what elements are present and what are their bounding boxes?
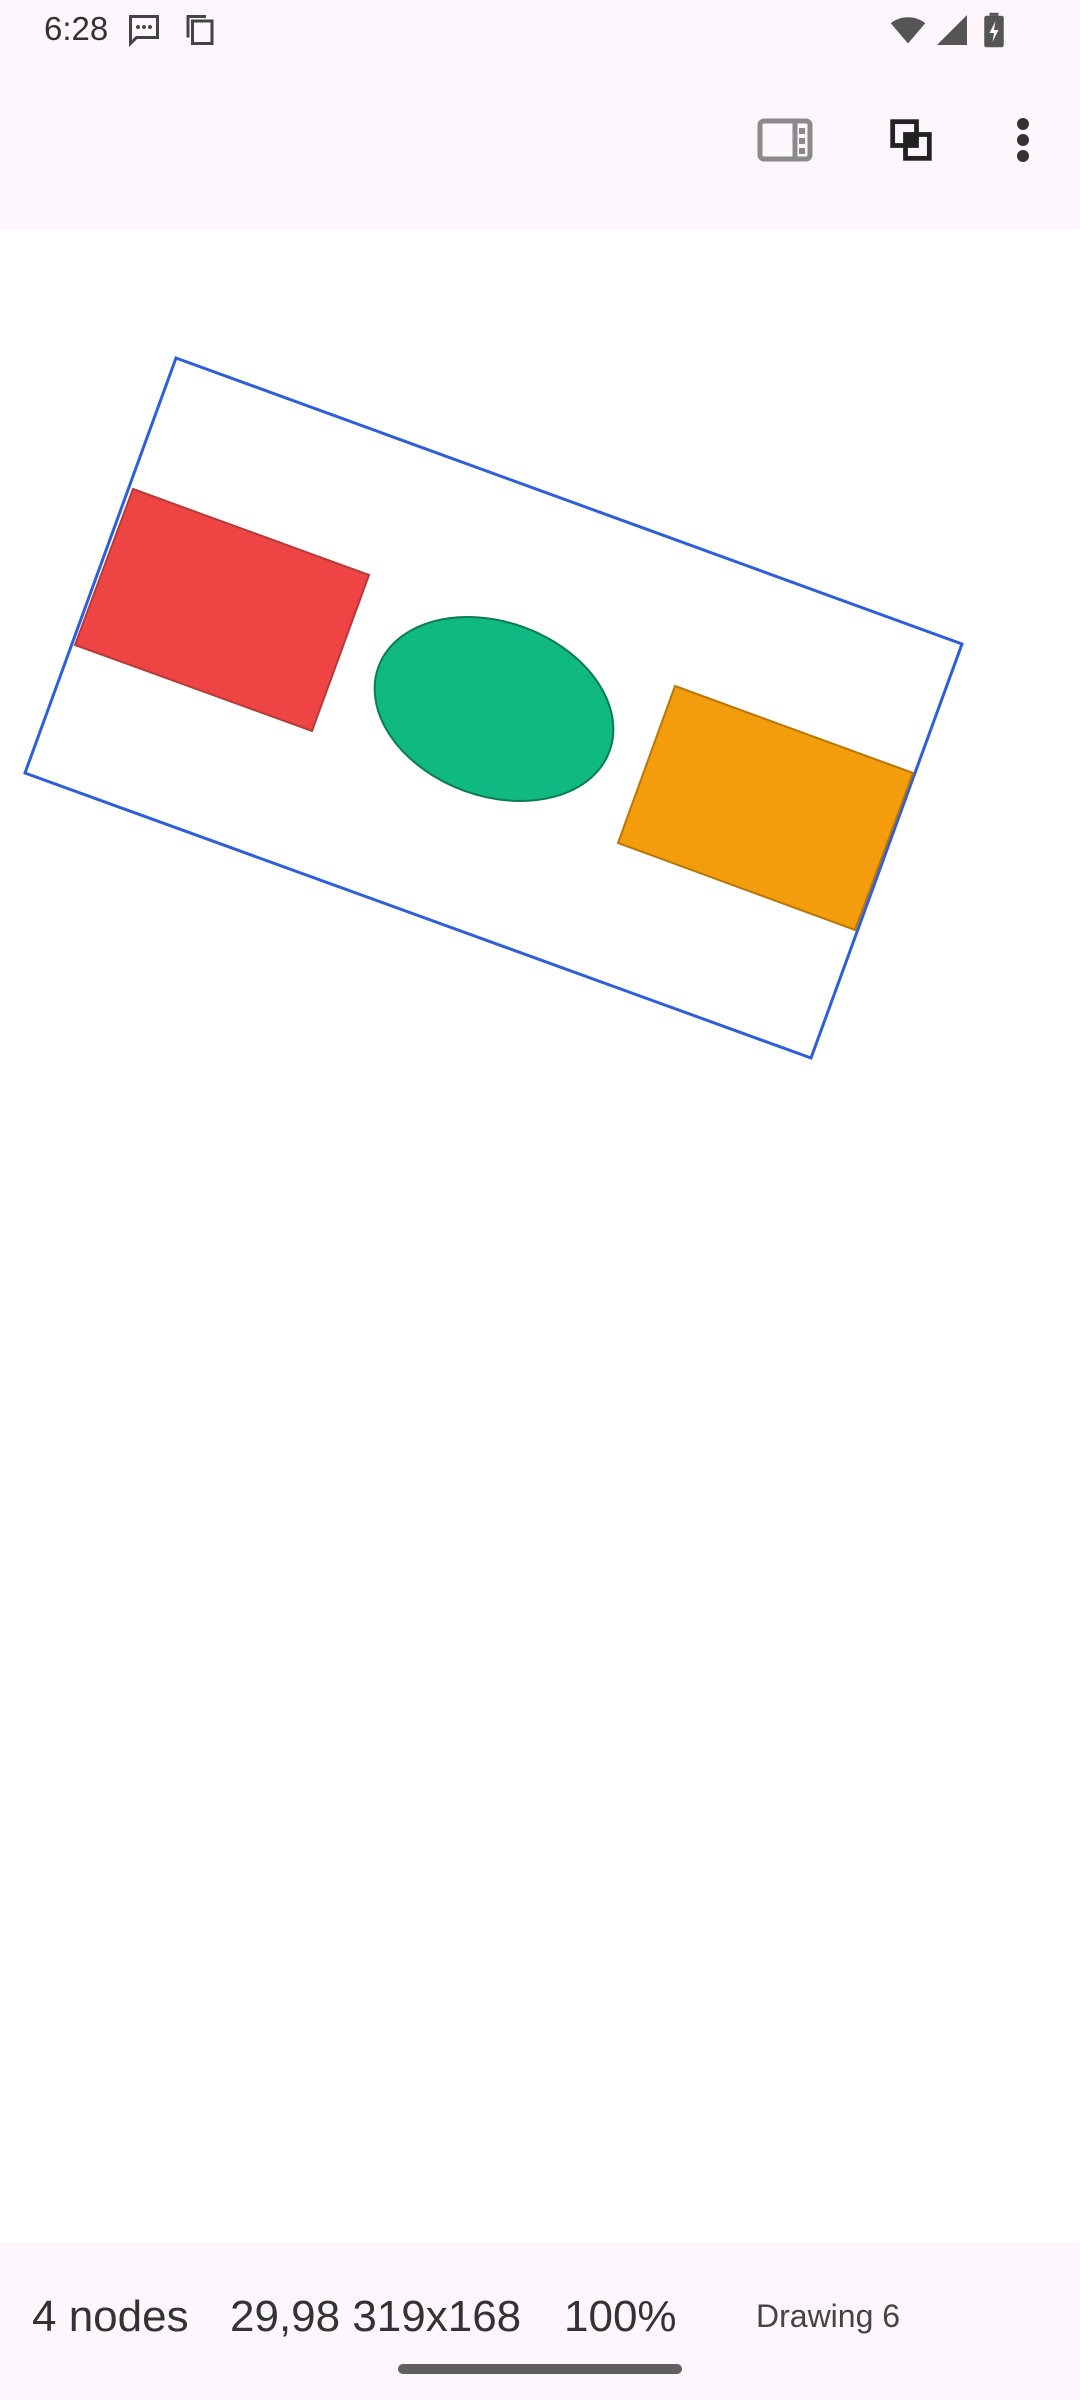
gesture-navigation-bar[interactable]: [398, 2364, 682, 2374]
copy-icon: [182, 12, 218, 53]
zoom-level: 100%: [564, 2292, 677, 2341]
red-rectangle-shape[interactable]: [73, 487, 371, 733]
status-bar: 6:28: [0, 0, 1080, 62]
message-icon: [126, 12, 162, 53]
node-count: 4 nodes: [32, 2292, 189, 2341]
status-time: 6:28: [44, 10, 109, 47]
battery-icon: [980, 12, 1008, 53]
status-info-bar: 4 nodes 29,98 319x168 100% Drawing 6: [0, 2242, 1080, 2400]
selection-geometry: 29,98 319x168: [230, 2292, 522, 2341]
app-root: 6:28 4 nodes 29,98 319x168 100% Drawing …: [0, 0, 1080, 2400]
panel-toggle-button[interactable]: [745, 102, 825, 182]
drawing-canvas[interactable]: [0, 230, 1080, 2242]
panel-toggle-icon: [757, 118, 813, 167]
orange-rectangle-shape[interactable]: [616, 684, 915, 932]
arrange-button[interactable]: [871, 102, 951, 182]
signal-icon: [934, 12, 970, 53]
app-bar: [0, 62, 1080, 230]
arrange-icon: [889, 118, 933, 167]
green-ellipse-shape[interactable]: [349, 585, 640, 833]
document-name: Drawing 6: [756, 2298, 901, 2334]
more-vert-icon: [1015, 116, 1031, 169]
canvas-svg: [23, 356, 964, 1060]
wifi-icon: [888, 12, 928, 53]
more-options-button[interactable]: [983, 102, 1063, 182]
